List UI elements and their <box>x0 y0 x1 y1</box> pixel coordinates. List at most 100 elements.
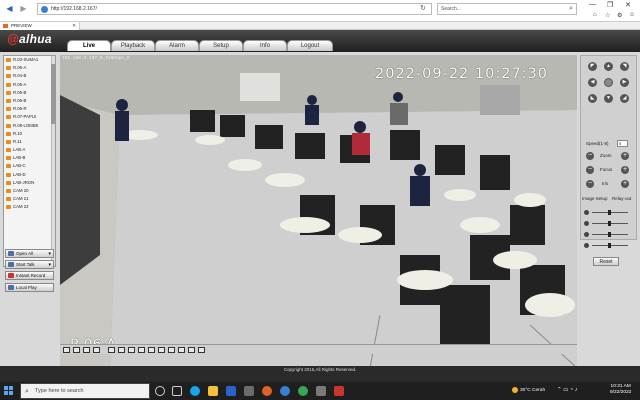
chrome-icon[interactable] <box>298 386 308 396</box>
edge-icon[interactable] <box>190 386 200 396</box>
prev-page-icon[interactable] <box>188 347 195 353</box>
store-icon[interactable] <box>226 386 236 396</box>
internet-explorer-icon[interactable] <box>280 386 290 396</box>
browser-tab-preview[interactable]: PREVIEW ✕ <box>0 22 80 30</box>
tab-relay-out[interactable]: Relay-out <box>612 196 631 201</box>
ptz-up-icon[interactable]: ▲ <box>604 62 613 71</box>
camera-list-item[interactable]: CAM 20 <box>4 187 55 195</box>
reset-button[interactable]: Reset <box>593 257 619 266</box>
layout-icon[interactable] <box>118 347 125 353</box>
back-arrow-icon[interactable]: ◀ <box>4 3 15 14</box>
favorites-star-icon[interactable]: ☆ <box>605 12 610 19</box>
tray-icons[interactable]: ⌃ ▭ ◔ ♪ <box>557 387 577 393</box>
weather-text[interactable]: 30°C Cerah <box>520 388 545 393</box>
ptz-down-icon[interactable]: ▼ <box>604 94 613 103</box>
ptz-up-left-icon[interactable]: ◤ <box>588 62 597 71</box>
iris-minus-button[interactable]: − <box>586 180 594 188</box>
windows-start-icon[interactable] <box>4 386 14 396</box>
camera-list-item[interactable]: LAB-C <box>4 162 55 170</box>
live-video-feed[interactable]: 192.168.2.167_0_918Kbps_H 2022-09-22 10:… <box>60 55 577 368</box>
camera-list-item[interactable]: R.10 <box>4 130 55 138</box>
camera-list-item[interactable]: CAM 21 <box>4 195 55 203</box>
zoom-out-button[interactable]: − <box>586 152 594 160</box>
tab-close-icon[interactable]: ✕ <box>72 22 76 30</box>
camera-list-item[interactable]: LAB-B <box>4 154 55 162</box>
iris-plus-button[interactable]: + <box>621 180 629 188</box>
focus-plus-button[interactable]: + <box>621 166 629 174</box>
camera-list-item[interactable]: LAB-A <box>4 146 55 154</box>
audio-icon[interactable] <box>148 347 155 353</box>
tab-alarm[interactable]: Alarm <box>155 40 199 51</box>
camera-list-item[interactable]: R.05-B <box>4 89 55 97</box>
brightness-slider[interactable] <box>584 209 632 216</box>
camera-list-item[interactable]: R.04-B <box>4 72 55 80</box>
firefox-icon[interactable] <box>262 386 272 396</box>
home-icon[interactable]: ⌂ <box>593 12 597 18</box>
ptz-left-icon[interactable]: ◀ <box>588 78 597 87</box>
close-video-icon[interactable] <box>178 347 185 353</box>
task-view-icon[interactable] <box>172 386 182 396</box>
camera-list-item[interactable]: R.05-A <box>4 81 55 89</box>
local-play-button[interactable]: Local Play <box>5 283 54 292</box>
start-talk-button[interactable]: Start Talk ▾ <box>5 260 54 269</box>
ptz-down-right-icon[interactable]: ◢ <box>620 94 629 103</box>
ptz-up-right-icon[interactable]: ◥ <box>620 62 629 71</box>
speed-select[interactable]: 5 <box>617 140 628 147</box>
open-all-button[interactable]: Open All ▾ <box>5 249 54 258</box>
camera-list-item[interactable]: R.06-R <box>4 105 55 113</box>
window-16-icon[interactable] <box>93 347 100 353</box>
ptz-home-icon[interactable] <box>604 78 613 87</box>
ptz-right-icon[interactable]: ▶ <box>620 78 629 87</box>
taskbar-search-input[interactable]: ⌕ Type here to search <box>20 383 150 399</box>
contrast-slider[interactable] <box>584 220 632 227</box>
camera-list-item[interactable]: R.03-SUMA1 <box>4 56 55 64</box>
record-icon[interactable] <box>138 347 145 353</box>
chevron-down-icon[interactable]: ▾ <box>48 261 51 269</box>
hue-slider[interactable] <box>584 231 632 238</box>
address-bar[interactable]: http://192.168.2.167/ <box>37 3 432 15</box>
forward-arrow-icon[interactable]: ▶ <box>18 3 29 14</box>
tab-image-setup[interactable]: Image Setup <box>582 196 608 201</box>
settings-gear-icon[interactable]: ⚙ <box>617 12 622 19</box>
taskbar-clock[interactable]: 10:31 AM 9/22/2022 <box>610 384 631 396</box>
tab-logout[interactable]: Logout <box>287 40 333 51</box>
zoom-in-button[interactable]: + <box>621 152 629 160</box>
instant-record-button[interactable]: Instant Record <box>5 271 54 280</box>
file-explorer-icon[interactable] <box>208 386 218 396</box>
window-9-icon[interactable] <box>83 347 90 353</box>
cortana-icon[interactable] <box>155 386 165 396</box>
camera-list-item[interactable]: R.08-LOMBK <box>4 122 55 130</box>
chevron-down-icon[interactable]: ▾ <box>48 250 51 258</box>
next-page-icon[interactable] <box>198 347 205 353</box>
camera-list-item[interactable]: CAM 22 <box>4 203 55 211</box>
camera-list-item[interactable]: R.06-B <box>4 97 55 105</box>
minimize-icon[interactable]: — <box>589 1 596 8</box>
camera-list-item[interactable]: R.11 <box>4 138 55 146</box>
focus-minus-button[interactable]: − <box>586 166 594 174</box>
camera-list-item[interactable]: R.07-PAPUI <box>4 113 55 121</box>
saturation-slider[interactable] <box>584 242 632 249</box>
browser-search-input[interactable]: Search... ⌕ <box>437 3 577 15</box>
scrollbar[interactable] <box>51 56 55 266</box>
mail-icon[interactable] <box>244 386 254 396</box>
camera-list-item[interactable]: LAB-D <box>4 171 55 179</box>
refresh-icon[interactable]: ↻ <box>420 3 426 14</box>
smiley-icon[interactable]: ☺ <box>629 12 635 18</box>
close-icon[interactable]: ✕ <box>625 1 631 9</box>
stream-icon[interactable] <box>168 347 175 353</box>
tab-live[interactable]: Live <box>67 40 111 51</box>
fullscreen-icon[interactable] <box>108 347 115 353</box>
tab-setup[interactable]: Setup <box>199 40 243 51</box>
restore-icon[interactable]: ❐ <box>607 1 613 9</box>
zoom-icon[interactable] <box>158 347 165 353</box>
app-icon-2[interactable] <box>334 386 344 396</box>
tab-info[interactable]: Info <box>243 40 287 51</box>
search-icon[interactable]: ⌕ <box>569 4 573 14</box>
tab-playback[interactable]: Playback <box>111 40 155 51</box>
ptz-down-left-icon[interactable]: ◣ <box>588 94 597 103</box>
window-4-icon[interactable] <box>73 347 80 353</box>
window-1-icon[interactable] <box>63 347 70 353</box>
app-icon[interactable] <box>316 386 326 396</box>
snapshot-icon[interactable] <box>128 347 135 353</box>
camera-list-item[interactable]: R.06-A <box>4 64 55 72</box>
